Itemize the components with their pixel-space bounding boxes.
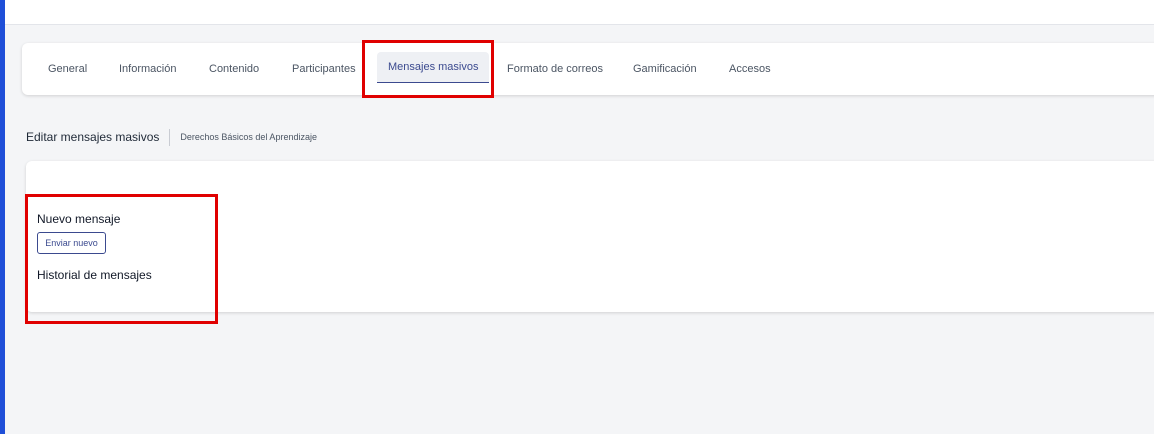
page: General Información Contenido Participan… <box>0 0 1154 434</box>
tab-informacion[interactable]: Información <box>119 43 176 95</box>
course-name: Derechos Básicos del Aprendizaje <box>180 132 317 142</box>
left-accent-bar <box>0 0 5 434</box>
tab-participantes[interactable]: Participantes <box>292 43 356 95</box>
tab-accesos[interactable]: Accesos <box>729 43 771 95</box>
tab-gamificacion[interactable]: Gamificación <box>633 43 697 95</box>
page-title: Editar mensajes masivos <box>26 130 160 144</box>
tab-formato-de-correos[interactable]: Formato de correos <box>507 43 603 95</box>
breadcrumb-divider <box>169 128 171 146</box>
breadcrumb: Editar mensajes masivos Derechos Básicos… <box>26 128 317 146</box>
highlight-box-tab <box>362 40 494 98</box>
top-bar <box>5 0 1154 25</box>
highlight-box-content <box>25 194 218 324</box>
tabs-bar: General Información Contenido Participan… <box>22 43 1154 95</box>
tab-contenido[interactable]: Contenido <box>209 43 259 95</box>
tab-general[interactable]: General <box>48 43 87 95</box>
